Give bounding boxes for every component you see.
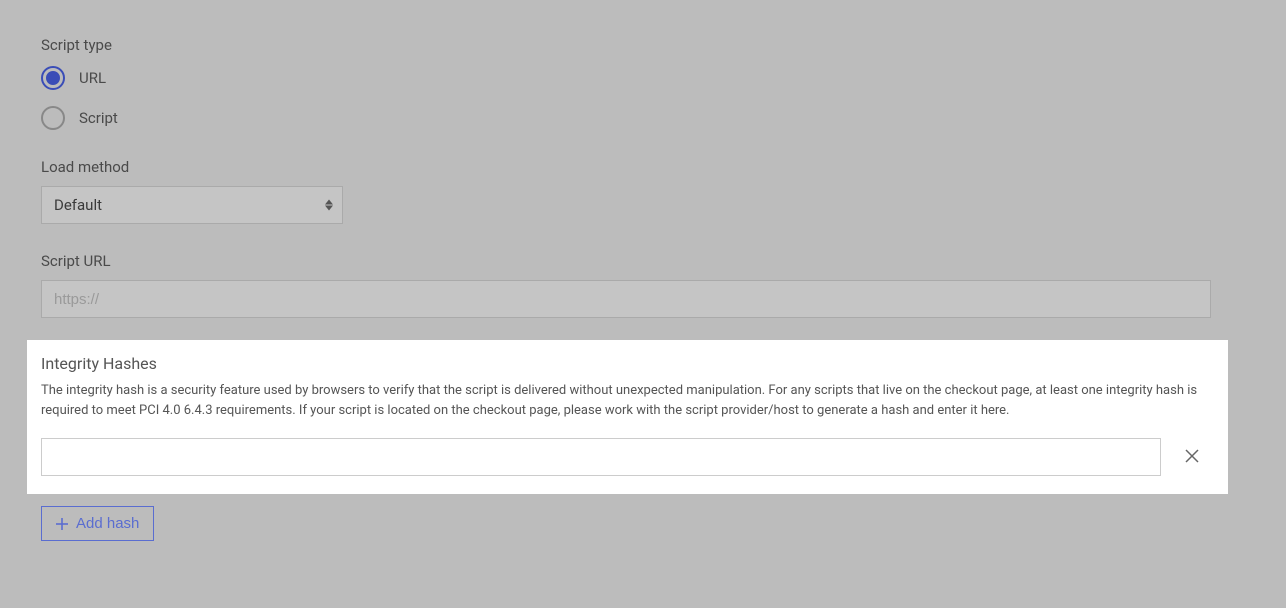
load-method-value: Default: [54, 196, 102, 214]
radio-option-url[interactable]: URL: [41, 66, 1245, 90]
add-hash-button[interactable]: Add hash: [41, 506, 154, 541]
script-url-label: Script URL: [41, 252, 1245, 270]
hash-input[interactable]: [41, 438, 1161, 476]
load-method-field: Load method Default: [41, 158, 1245, 224]
integrity-hashes-title: Integrity Hashes: [41, 354, 1214, 373]
script-url-field: Script URL: [41, 252, 1245, 318]
load-method-select[interactable]: Default: [41, 186, 343, 224]
form-container: Script type URL Script Load method Defau…: [0, 0, 1286, 561]
add-hash-label: Add hash: [76, 515, 139, 532]
close-icon: [1185, 449, 1199, 466]
script-type-label: Script type: [41, 36, 1245, 54]
hash-row: [41, 438, 1214, 476]
radio-label-script: Script: [79, 109, 118, 127]
script-url-input[interactable]: [41, 280, 1211, 318]
radio-icon: [41, 66, 65, 90]
plus-icon: [56, 518, 68, 530]
radio-label-url: URL: [79, 69, 106, 87]
integrity-hashes-description: The integrity hash is a security feature…: [41, 381, 1214, 420]
load-method-label: Load method: [41, 158, 1245, 176]
radio-icon: [41, 106, 65, 130]
remove-hash-button[interactable]: [1181, 445, 1203, 470]
script-type-radio-group: URL Script: [41, 66, 1245, 130]
integrity-hashes-panel: Integrity Hashes The integrity hash is a…: [27, 340, 1228, 494]
radio-option-script[interactable]: Script: [41, 106, 1245, 130]
script-type-field: Script type URL Script: [41, 36, 1245, 130]
